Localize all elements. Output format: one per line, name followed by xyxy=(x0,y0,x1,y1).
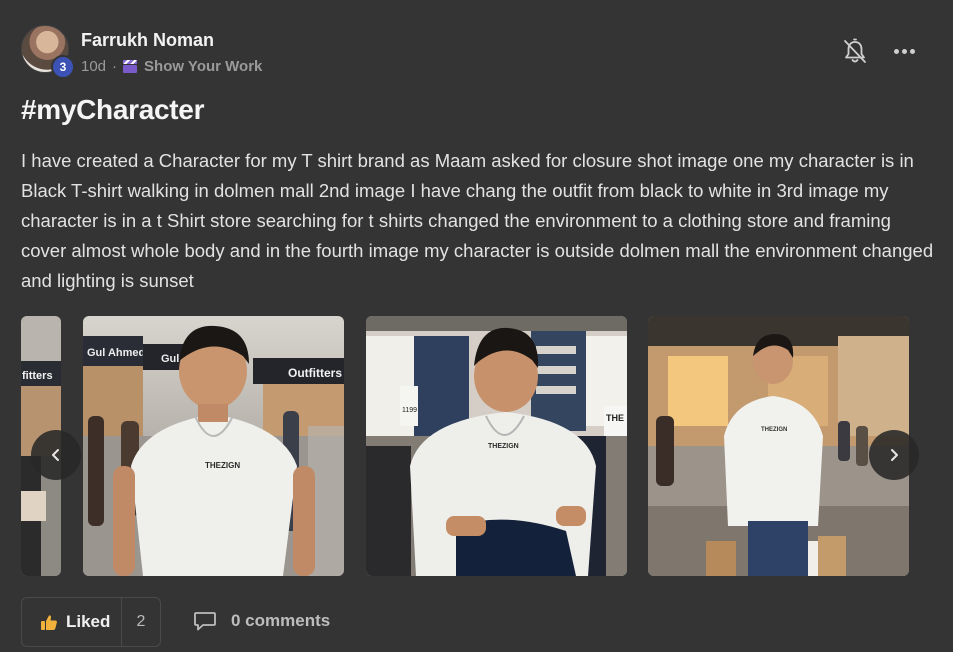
price-tag: 1199 xyxy=(402,407,417,414)
chevron-left-icon xyxy=(52,449,59,461)
post-body: I have created a Character for my T shir… xyxy=(21,150,934,291)
post-meta: 10d · Show Your Work xyxy=(81,58,262,75)
shirt-text: THEZIGN xyxy=(205,461,240,470)
post-title: #myCharacter xyxy=(21,94,205,125)
bell-off-icon xyxy=(844,38,866,63)
carousel-image-1[interactable]: Gul Ahmed Gul Outfitters THEZIGN xyxy=(83,316,344,576)
store-sign-mid: Gul xyxy=(161,353,179,365)
author-avatar-wrapper[interactable]: 3 xyxy=(21,25,75,79)
thumbs-up-icon xyxy=(41,614,57,630)
clapperboard-icon xyxy=(123,60,138,73)
carousel-image-2[interactable]: 1199 THE 19 THEZIGN xyxy=(366,316,627,576)
carousel-prev-button[interactable] xyxy=(31,430,81,480)
chevron-right-icon xyxy=(891,449,898,461)
store-sign-right: Outfitters xyxy=(288,366,342,380)
level-badge: 3 xyxy=(51,55,75,79)
more-options-button[interactable] xyxy=(890,40,918,62)
category-link[interactable]: Show Your Work xyxy=(144,58,262,75)
post-time[interactable]: 10d xyxy=(81,58,106,75)
more-horizontal-icon xyxy=(893,48,899,54)
image-carousel: fitters Gul Ahmed Gul Outfitters THEZIGN… xyxy=(21,316,911,576)
shirt-text: THEZIGN xyxy=(761,427,787,433)
like-button[interactable]: Liked xyxy=(22,598,122,646)
store-sign-text: fitters xyxy=(22,370,53,382)
store-sign-left: Gul Ahmed xyxy=(87,347,145,359)
comments-label: 0 comments xyxy=(231,611,331,630)
like-control: Liked 2 xyxy=(21,597,161,647)
side-tag: THE 19 xyxy=(606,413,627,423)
notification-toggle-button[interactable] xyxy=(842,38,868,66)
comment-icon xyxy=(194,612,216,631)
comments-button[interactable]: 0 comments xyxy=(193,610,330,632)
like-count[interactable]: 2 xyxy=(122,613,160,631)
post-card: 3 Farrukh Noman 10d · Show Your Work #my… xyxy=(0,0,953,652)
carousel-next-button[interactable] xyxy=(869,430,919,480)
shirt-text: THEZIGN xyxy=(488,443,519,450)
like-label: Liked xyxy=(66,612,111,631)
meta-separator: · xyxy=(112,58,118,75)
author-name[interactable]: Farrukh Noman xyxy=(81,30,214,51)
